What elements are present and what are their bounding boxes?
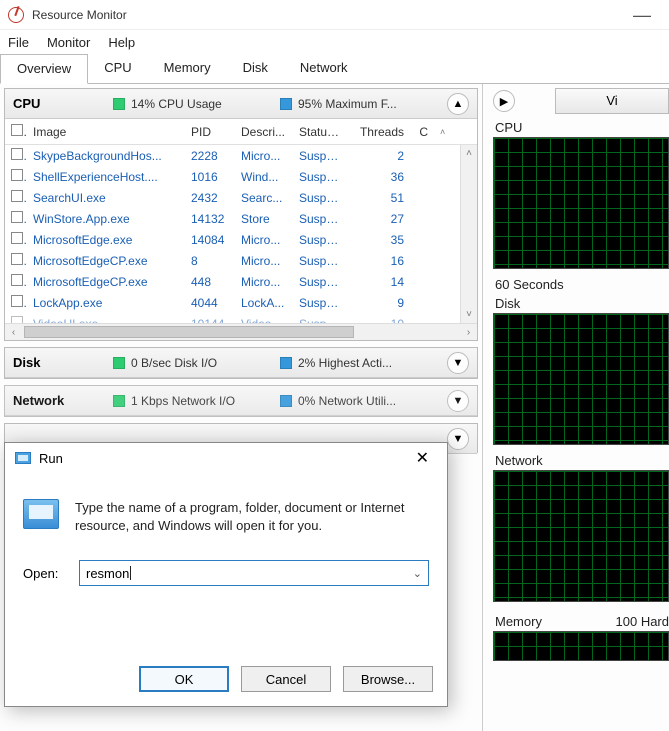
menu-help[interactable]: Help: [108, 35, 135, 50]
row-checkbox[interactable]: [11, 190, 23, 202]
cpu-chart: [493, 137, 669, 269]
table-row[interactable]: MicrosoftEdge.exe14084Micro...Suspe...35: [5, 229, 477, 250]
menu-monitor[interactable]: Monitor: [47, 35, 90, 50]
axis-label: 60 Seconds: [495, 277, 669, 292]
table-row[interactable]: MicrosoftEdgeCP.exe8Micro...Suspe...16: [5, 250, 477, 271]
nav-right-button[interactable]: ▶: [493, 90, 515, 112]
run-program-icon: [23, 499, 59, 529]
cpu-panel-header[interactable]: CPU 14% CPU Usage 95% Maximum F... ▲: [5, 89, 477, 119]
row-checkbox[interactable]: [11, 211, 23, 223]
blue-square-icon: [280, 357, 292, 369]
disk-chart: [493, 313, 669, 445]
row-checkbox[interactable]: [11, 169, 23, 181]
tab-disk[interactable]: Disk: [227, 54, 284, 83]
menu-bar: File Monitor Help: [0, 30, 669, 54]
cpu-grid-body: SkypeBackgroundHos...2228Micro...Suspe..…: [5, 145, 477, 323]
row-checkbox[interactable]: [11, 274, 23, 286]
cpu-panel: CPU 14% CPU Usage 95% Maximum F... ▲ Ima…: [4, 88, 478, 341]
table-row[interactable]: WinStore.App.exe14132StoreSuspe...27: [5, 208, 477, 229]
cpu-grid-header: Image PID Descri... Status Threads C ˄: [5, 119, 477, 145]
app-icon: [8, 7, 24, 23]
right-pane: ▶ Vi CPU 60 Seconds Disk Network Memory …: [483, 84, 669, 731]
network-io-meter: 1 Kbps Network I/O: [113, 394, 270, 408]
tab-strip: Overview CPU Memory Disk Network: [0, 54, 669, 84]
views-button[interactable]: Vi: [555, 88, 669, 114]
cpu-usage-meter: 14% CPU Usage: [113, 97, 270, 111]
network-panel-header[interactable]: Network 1 Kbps Network I/O 0% Network Ut…: [5, 386, 477, 416]
table-row[interactable]: LockApp.exe4044LockA...Suspe...9: [5, 292, 477, 313]
network-util-meter: 0% Network Utili...: [280, 394, 437, 408]
run-dialog: Run ✕ Type the name of a program, folder…: [4, 442, 448, 707]
blue-square-icon: [280, 395, 292, 407]
cpu-panel-title: CPU: [13, 96, 103, 111]
run-title: Run: [39, 451, 63, 466]
ok-button[interactable]: OK: [139, 666, 229, 692]
run-title-bar: Run ✕: [5, 443, 447, 473]
vertical-scrollbar[interactable]: ˄˅: [460, 145, 477, 323]
row-checkbox[interactable]: [11, 148, 23, 160]
col-desc[interactable]: Descri...: [235, 125, 293, 139]
chart-label-hard: 100 Hard: [616, 614, 669, 629]
cpu-freq-meter: 95% Maximum F...: [280, 97, 437, 111]
row-checkbox[interactable]: [11, 232, 23, 244]
row-checkbox[interactable]: [11, 295, 23, 307]
network-chart: [493, 470, 669, 602]
run-description: Type the name of a program, folder, docu…: [75, 499, 429, 534]
close-button[interactable]: ✕: [408, 444, 437, 472]
window-title: Resource Monitor: [32, 8, 127, 22]
expand-button[interactable]: ▼: [447, 390, 469, 412]
browse-button[interactable]: Browse...: [343, 666, 433, 692]
menu-file[interactable]: File: [8, 35, 29, 50]
minimize-button[interactable]: —: [623, 6, 661, 24]
expand-button[interactable]: ▼: [447, 428, 469, 450]
col-image[interactable]: Image: [27, 125, 185, 139]
header-checkbox[interactable]: [11, 124, 23, 136]
chart-label-disk: Disk: [495, 296, 669, 311]
table-row[interactable]: ShellExperienceHost....1016Wind...Suspe.…: [5, 166, 477, 187]
green-square-icon: [113, 357, 125, 369]
chart-label-memory: Memory: [495, 614, 542, 629]
blue-square-icon: [280, 98, 292, 110]
col-pid[interactable]: PID: [185, 125, 235, 139]
col-threads[interactable]: Threads: [348, 125, 410, 139]
table-row[interactable]: SkypeBackgroundHos...2228Micro...Suspe..…: [5, 145, 477, 166]
tab-overview[interactable]: Overview: [0, 54, 88, 84]
network-panel: Network 1 Kbps Network I/O 0% Network Ut…: [4, 385, 478, 417]
disk-panel: Disk 0 B/sec Disk I/O 2% Highest Acti...…: [4, 347, 478, 379]
disk-panel-header[interactable]: Disk 0 B/sec Disk I/O 2% Highest Acti...…: [5, 348, 477, 378]
col-status[interactable]: Status: [293, 125, 348, 139]
col-c[interactable]: C: [410, 125, 434, 139]
horizontal-scrollbar[interactable]: ‹ ›: [5, 323, 477, 340]
open-value: resmon: [86, 566, 129, 581]
green-square-icon: [113, 98, 125, 110]
chart-label-network: Network: [495, 453, 669, 468]
tab-network[interactable]: Network: [284, 54, 364, 83]
green-square-icon: [113, 395, 125, 407]
open-label: Open:: [23, 566, 69, 581]
tab-memory[interactable]: Memory: [148, 54, 227, 83]
disk-active-meter: 2% Highest Acti...: [280, 356, 437, 370]
network-panel-title: Network: [13, 393, 103, 408]
open-combobox[interactable]: resmon ⌄: [79, 560, 429, 586]
memory-chart: [493, 631, 669, 661]
collapse-button[interactable]: ▲: [447, 93, 469, 115]
disk-io-meter: 0 B/sec Disk I/O: [113, 356, 270, 370]
chart-label-cpu: CPU: [495, 120, 669, 135]
disk-panel-title: Disk: [13, 355, 103, 370]
tab-cpu[interactable]: CPU: [88, 54, 147, 83]
chevron-down-icon[interactable]: ⌄: [413, 567, 422, 580]
expand-button[interactable]: ▼: [447, 352, 469, 374]
row-checkbox[interactable]: [11, 253, 23, 265]
scroll-up-icon[interactable]: ˄: [434, 127, 452, 137]
table-row[interactable]: VideoUI.exe10144Video...Suspe...10: [5, 313, 477, 323]
cancel-button[interactable]: Cancel: [241, 666, 331, 692]
table-row[interactable]: MicrosoftEdgeCP.exe448Micro...Suspe...14: [5, 271, 477, 292]
run-icon: [15, 452, 31, 464]
table-row[interactable]: SearchUI.exe2432Searc...Suspe...51: [5, 187, 477, 208]
title-bar: Resource Monitor —: [0, 0, 669, 30]
